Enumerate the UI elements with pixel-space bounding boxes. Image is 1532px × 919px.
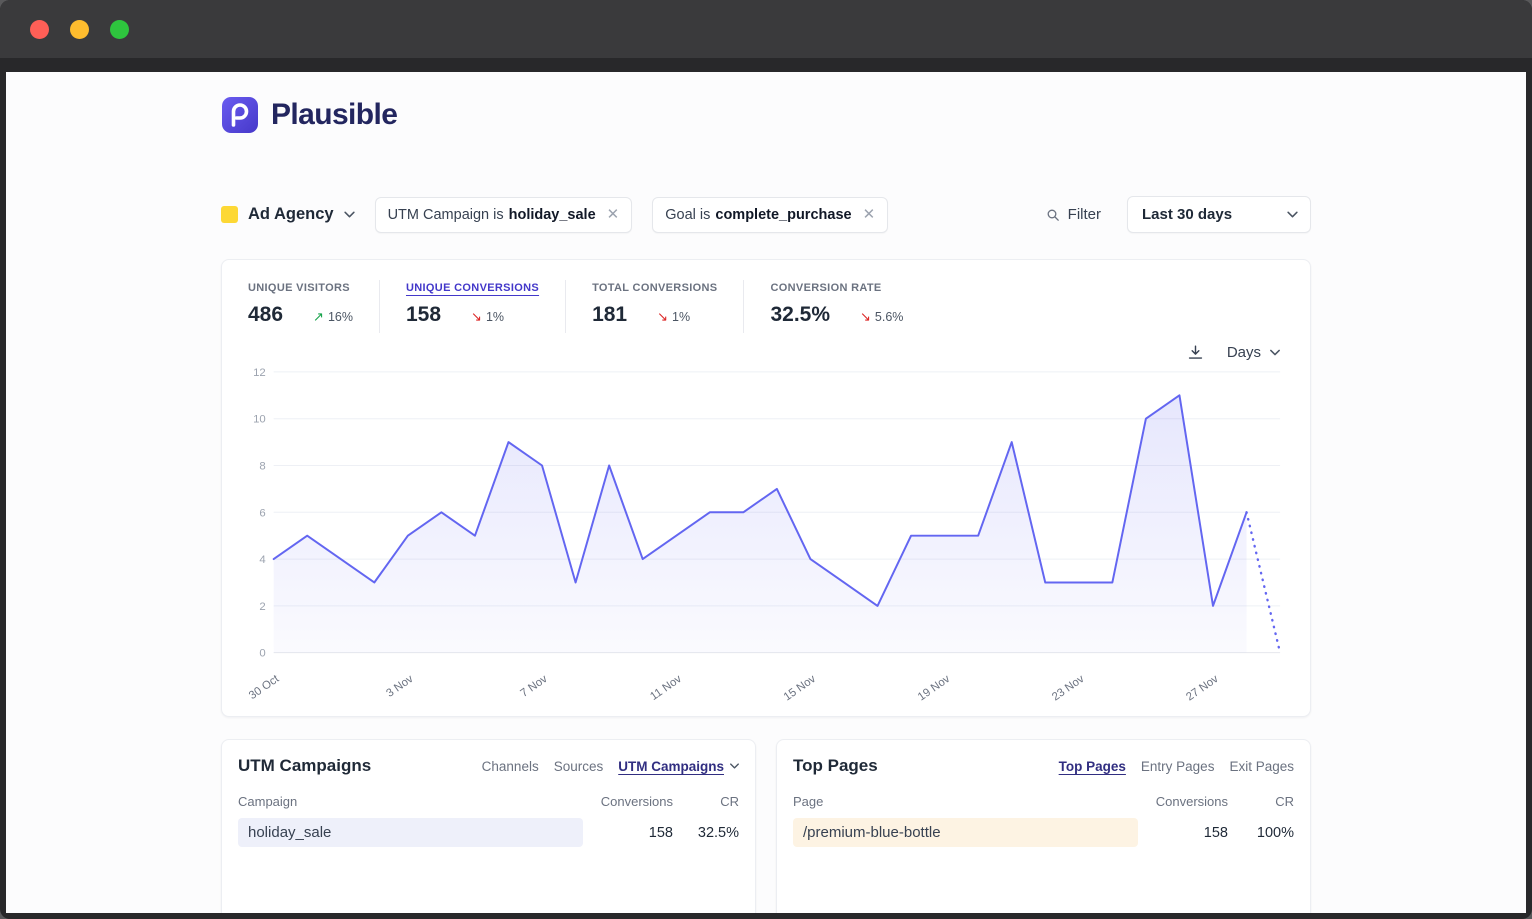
metric-total-conversions[interactable]: TOTAL CONVERSIONS 181 ↘ 1% (565, 280, 743, 333)
svg-text:3 Nov: 3 Nov (384, 673, 415, 700)
browser-window: Plausible Ad Agency UTM Campaign is holi… (0, 0, 1532, 919)
pages-card-tabs: Top Pages Entry Pages Exit Pages (1059, 759, 1294, 774)
chart-controls: Days (252, 343, 1280, 362)
svg-text:4: 4 (259, 554, 265, 566)
svg-text:11 Nov: 11 Nov (648, 673, 684, 703)
date-range-selector[interactable]: Last 30 days (1127, 196, 1311, 233)
svg-text:27 Nov: 27 Nov (1184, 673, 1221, 704)
svg-text:30 Oct: 30 Oct (247, 673, 282, 703)
row-cr: 32.5% (673, 825, 739, 841)
table-row[interactable]: holiday_sale 158 32.5% (238, 818, 739, 847)
chevron-down-icon (730, 763, 739, 769)
tab-utm-campaigns[interactable]: UTM Campaigns (618, 759, 739, 774)
card-title: Top Pages (793, 756, 878, 776)
metric-change: 1% (672, 310, 690, 324)
trend-down-icon: ↘ (860, 309, 871, 325)
pill-value: holiday_sale (509, 207, 596, 223)
page: Plausible Ad Agency UTM Campaign is holi… (6, 72, 1526, 913)
tab-channels[interactable]: Channels (482, 759, 539, 774)
metric-label: UNIQUE CONVERSIONS (406, 282, 539, 294)
metric-value: 181 (592, 303, 627, 327)
svg-text:0: 0 (259, 648, 265, 660)
filters-toolbar: Ad Agency UTM Campaign is holiday_sale ✕… (221, 196, 1311, 233)
table-header: Page Conversions CR (793, 794, 1294, 818)
metric-unique-visitors[interactable]: UNIQUE VISITORS 486 ↗ 16% (244, 280, 379, 333)
filter-pill-utm-campaign[interactable]: UTM Campaign is holiday_sale ✕ (375, 197, 633, 233)
filter-label: Filter (1068, 206, 1101, 223)
top-pages-card: Top Pages Top Pages Entry Pages Exit Pag… (776, 739, 1311, 913)
utm-campaigns-card: UTM Campaigns Channels Sources UTM Campa… (221, 739, 756, 913)
minimize-window-button[interactable] (70, 20, 89, 39)
tab-sources[interactable]: Sources (554, 759, 604, 774)
utm-card-tabs: Channels Sources UTM Campaigns (482, 759, 739, 774)
chevron-down-icon (1270, 349, 1280, 356)
visitors-chart: 0 2 4 6 8 10 12 30 Oct 3 Nov 7 Nov 11 Nov 15 Nov 19 … (244, 364, 1288, 712)
metric-value: 158 (406, 303, 441, 327)
metric-change: 1% (486, 310, 504, 324)
close-window-button[interactable] (30, 20, 49, 39)
row-conversions: 158 (613, 825, 673, 841)
site-favicon (221, 206, 238, 223)
table-row[interactable]: /premium-blue-bottle 158 100% (793, 818, 1294, 847)
brand: Plausible (221, 96, 1311, 134)
metric-value: 32.5% (770, 303, 830, 327)
close-icon[interactable]: ✕ (607, 207, 620, 222)
interval-label: Days (1227, 344, 1261, 361)
pill-prefix: UTM Campaign is (388, 207, 504, 223)
brand-wordmark: Plausible (271, 98, 397, 132)
svg-text:6: 6 (259, 507, 265, 519)
metric-label: UNIQUE VISITORS (248, 282, 353, 294)
filter-button[interactable]: Filter (1045, 206, 1101, 223)
page-path[interactable]: /premium-blue-bottle (793, 818, 1138, 847)
campaign-name[interactable]: holiday_sale (238, 818, 583, 847)
metric-label: TOTAL CONVERSIONS (592, 282, 717, 294)
site-selector[interactable]: Ad Agency (221, 205, 355, 224)
svg-text:15 Nov: 15 Nov (782, 673, 819, 704)
search-icon (1045, 207, 1061, 223)
trend-down-icon: ↘ (657, 309, 668, 325)
tab-exit-pages[interactable]: Exit Pages (1229, 759, 1294, 774)
tab-top-pages[interactable]: Top Pages (1059, 759, 1126, 774)
trend-down-icon: ↘ (471, 309, 482, 325)
metric-change: 5.6% (875, 310, 904, 324)
metric-change: 16% (328, 310, 353, 324)
site-name: Ad Agency (248, 205, 334, 224)
analytics-card: UNIQUE VISITORS 486 ↗ 16% UNIQUE CONVERS… (221, 259, 1311, 717)
svg-text:12: 12 (253, 367, 266, 379)
breakdown-cards: UTM Campaigns Channels Sources UTM Campa… (221, 739, 1311, 913)
row-conversions: 158 (1168, 825, 1228, 841)
card-title: UTM Campaigns (238, 756, 371, 776)
interval-selector[interactable]: Days (1227, 344, 1280, 361)
svg-text:23 Nov: 23 Nov (1050, 673, 1087, 704)
metric-label: CONVERSION RATE (770, 282, 903, 294)
window-titlebar (0, 0, 1532, 58)
close-icon[interactable]: ✕ (863, 207, 876, 222)
filter-pill-goal[interactable]: Goal is complete_purchase ✕ (652, 197, 888, 233)
svg-text:19 Nov: 19 Nov (916, 673, 953, 704)
date-range-label: Last 30 days (1142, 206, 1232, 223)
tab-entry-pages[interactable]: Entry Pages (1141, 759, 1215, 774)
svg-text:7 Nov: 7 Nov (518, 673, 549, 700)
metric-unique-conversions[interactable]: UNIQUE CONVERSIONS 158 ↘ 1% (379, 280, 565, 333)
chevron-down-icon (344, 211, 355, 218)
metric-conversion-rate[interactable]: CONVERSION RATE 32.5% ↘ 5.6% (743, 280, 929, 333)
zoom-window-button[interactable] (110, 20, 129, 39)
plausible-logo-icon (221, 96, 259, 134)
svg-text:10: 10 (253, 414, 266, 426)
trend-up-icon: ↗ (313, 309, 324, 325)
download-icon[interactable] (1186, 343, 1205, 362)
table-header: Campaign Conversions CR (238, 794, 739, 818)
metrics-row: UNIQUE VISITORS 486 ↗ 16% UNIQUE CONVERS… (244, 280, 1288, 333)
pill-value: complete_purchase (715, 207, 851, 223)
svg-text:2: 2 (259, 601, 265, 613)
metric-value: 486 (248, 303, 283, 327)
svg-text:8: 8 (259, 460, 265, 472)
pill-prefix: Goal is (665, 207, 710, 223)
chevron-down-icon (1287, 211, 1298, 218)
row-cr: 100% (1228, 825, 1294, 841)
